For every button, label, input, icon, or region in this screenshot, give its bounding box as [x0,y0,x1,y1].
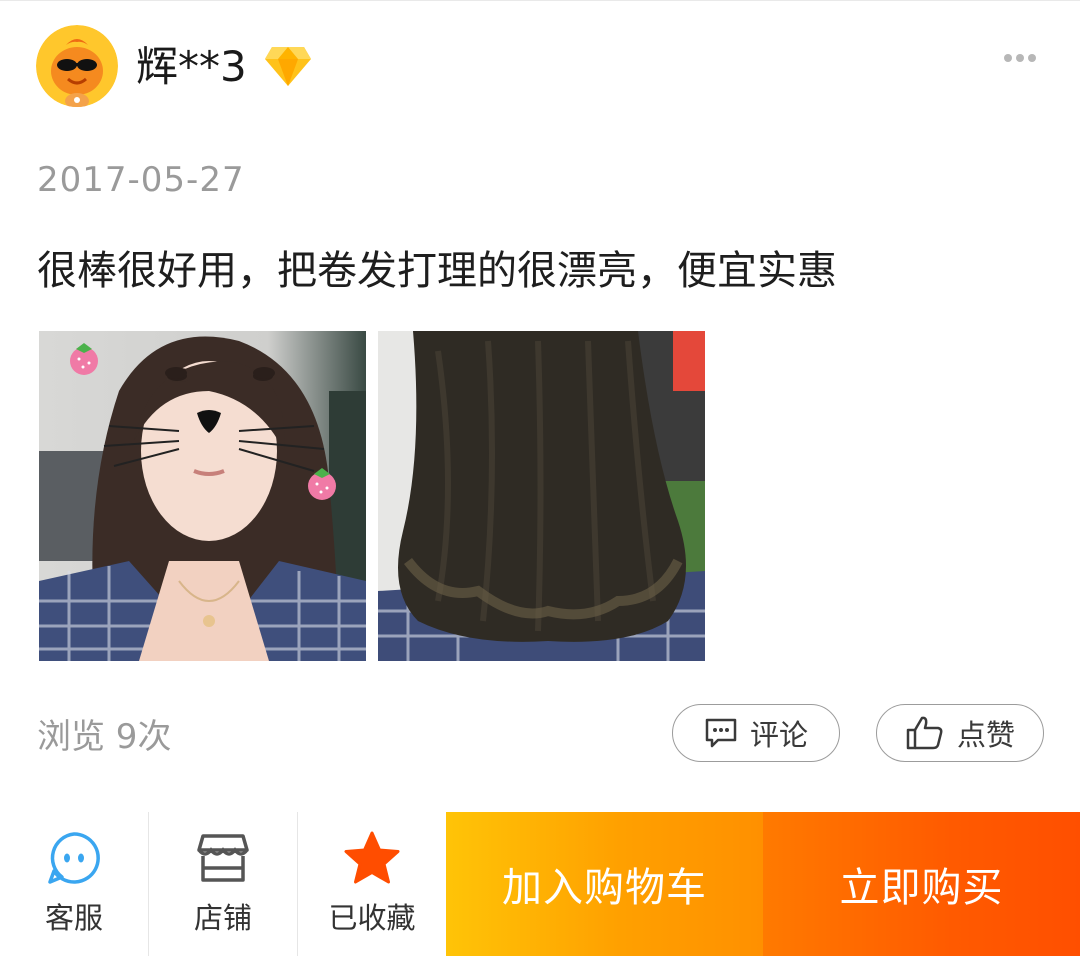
top-divider [0,0,1080,1]
comment-label: 评论 [749,718,808,752]
review-photo-2[interactable] [378,331,705,661]
buy-now-button[interactable]: 立即购买 [763,812,1080,956]
comment-button[interactable]: 评论 [672,704,840,762]
diamond-icon [264,44,312,88]
favorite-label: 已收藏 [328,901,416,935]
star-icon [343,830,401,890]
username[interactable]: 辉**3 [136,40,247,94]
review-photo-1[interactable] [39,331,366,661]
review-date: 2017-05-27 [37,160,245,200]
chat-bubble-face-icon [46,830,102,890]
view-count: 浏览 9次 [37,717,172,757]
shop-label: 店铺 [193,901,252,935]
user-avatar[interactable] [36,25,118,107]
shop-icon [195,830,251,890]
customer-service-button[interactable]: 客服 [0,812,148,956]
comment-icon [704,717,738,749]
thumbs-up-icon [905,715,945,751]
bottom-action-bar: 客服 店铺 已收藏 加入购物车 立即购买 [0,812,1080,956]
cartoon-avatar-icon [36,25,118,107]
service-label: 客服 [44,901,103,935]
add-to-cart-button[interactable]: 加入购物车 [446,812,763,956]
shop-button[interactable]: 店铺 [149,812,297,956]
favorite-button[interactable]: 已收藏 [298,812,446,956]
like-label: 点赞 [956,718,1015,752]
like-button[interactable]: 点赞 [876,704,1044,762]
more-dots-icon[interactable] [1002,50,1038,66]
review-text: 很棒很好用，把卷发打理的很漂亮，便宜实惠 [37,248,837,294]
